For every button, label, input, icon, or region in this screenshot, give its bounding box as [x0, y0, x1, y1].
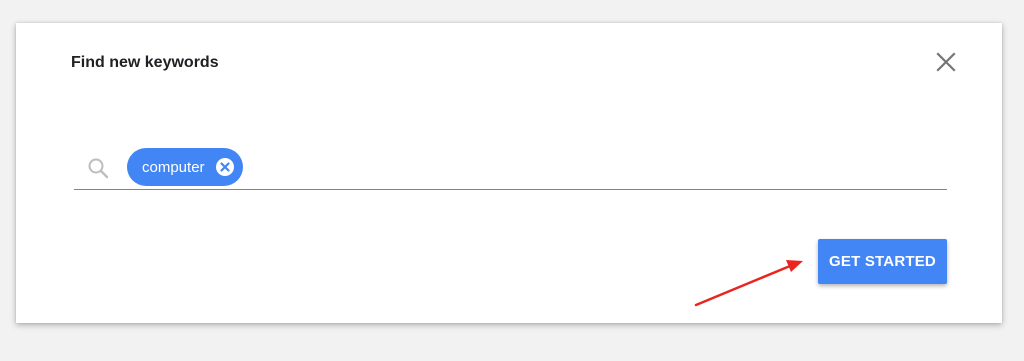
dialog-title: Find new keywords	[71, 54, 219, 71]
chip-remove-button[interactable]	[215, 157, 235, 177]
close-icon	[936, 52, 956, 72]
keyword-chip: computer	[127, 148, 243, 186]
find-keywords-dialog: Find new keywords computer GET STARTED	[16, 23, 1002, 323]
search-icon	[88, 158, 109, 179]
close-button[interactable]	[930, 46, 962, 78]
get-started-button[interactable]: GET STARTED	[818, 239, 947, 284]
keyword-chip-label: computer	[142, 158, 205, 176]
keyword-search-field[interactable]: computer	[74, 147, 947, 190]
chip-remove-icon	[215, 158, 234, 176]
